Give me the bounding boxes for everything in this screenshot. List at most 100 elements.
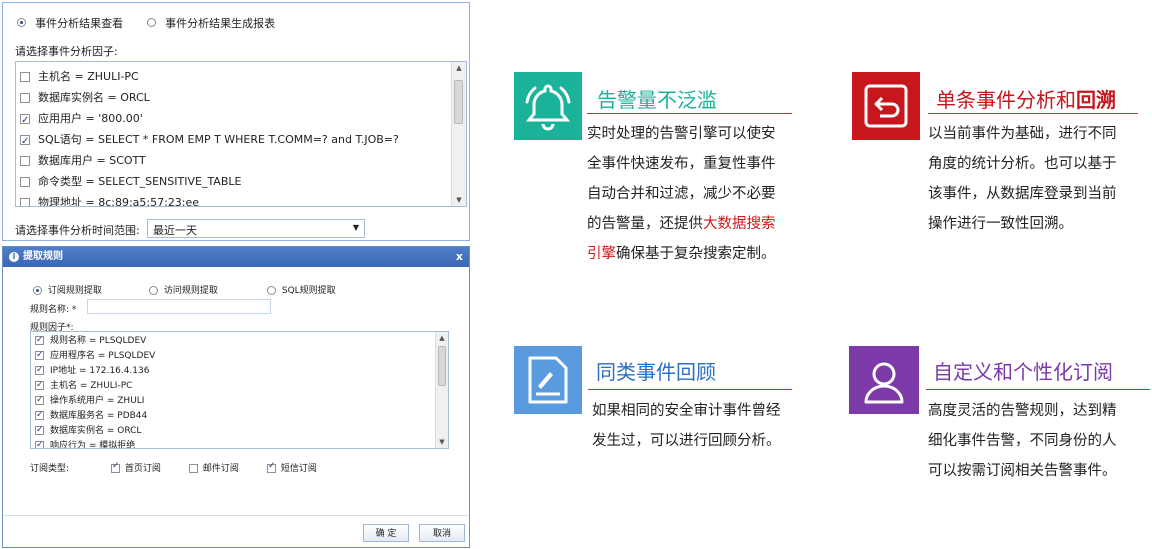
rule-name-input[interactable] — [87, 299, 271, 314]
scroll-up-icon[interactable]: ▲ — [452, 62, 466, 74]
desc-line: 实时处理的告警引擎可以使安 — [587, 126, 776, 142]
rule-factor-checkbox[interactable] — [35, 438, 44, 448]
alert-feature-title: 告警量不泛滥 — [597, 88, 717, 112]
radio-access-dot[interactable] — [149, 286, 158, 295]
rule-factor-row[interactable]: 响应行为 = 模拟拒绝 — [35, 438, 136, 449]
factor-row[interactable]: 物理地址 = 8c:89:a5:57:23:ee — [20, 193, 200, 207]
rule-factor-checkbox[interactable] — [35, 363, 44, 377]
factor-checkbox[interactable] — [20, 132, 30, 152]
sub-mail-option[interactable]: 邮件订阅 — [189, 461, 239, 474]
factor-row[interactable]: 应用用户 = '800.00' — [20, 109, 143, 131]
time-range-select[interactable]: 最近一天 ▼ — [147, 219, 365, 238]
rule-factor-row[interactable]: 数据库实例名 = ORCL — [35, 423, 142, 438]
radio-generate-report[interactable]: 事件分析结果生成报表 — [147, 12, 275, 31]
factor-checkbox[interactable] — [20, 198, 30, 206]
radio-view-results-dot[interactable] — [17, 18, 26, 27]
factor-text: 数据库用户 = SCOTT — [38, 154, 146, 167]
desc-line: 该事件，从数据库登录到当前 — [928, 186, 1117, 202]
scroll-thumb[interactable] — [438, 346, 446, 386]
dialog-title-bar[interactable]: i 提取规则 x — [3, 247, 469, 267]
factor-row[interactable]: 命令类型 = SELECT_SENSITIVE_TABLE — [20, 172, 241, 192]
desc-line: 以当前事件为基础，进行不同 — [928, 126, 1117, 142]
radio-view-results[interactable]: 事件分析结果查看 — [17, 12, 123, 31]
radio-subscribe-dot[interactable] — [33, 286, 42, 295]
radio-subscribe-label: 订阅规则提取 — [47, 286, 102, 296]
cancel-button[interactable]: 取消 — [419, 524, 465, 542]
rule-factor-list[interactable]: 规则名称 = PLSQLDEV 应用程序名 = PLSQLDEV IP地址 = … — [30, 331, 449, 449]
factor-list-scrollbar[interactable]: ▲ ▼ — [451, 62, 466, 206]
factor-text: 主机名 = ZHULI-PC — [38, 70, 139, 83]
factor-label: 请选择事件分析因子: — [15, 45, 118, 58]
factor-text: 命令类型 = SELECT_SENSITIVE_TABLE — [38, 175, 242, 188]
desc-line: 自动合并和过滤，减少不必要 — [587, 186, 776, 202]
rule-factor-scrollbar[interactable]: ▲ ▼ — [435, 332, 448, 448]
rule-factor-checkbox[interactable] — [35, 333, 44, 347]
factor-row[interactable]: 数据库实例名 = ORCL — [20, 88, 150, 108]
scroll-thumb[interactable] — [454, 80, 463, 124]
chevron-down-icon[interactable]: ▼ — [353, 223, 359, 232]
custom-feature-title: 自定义和个性化订阅 — [933, 360, 1113, 384]
factor-list[interactable]: 主机名 = ZHULI-PC 数据库实例名 = ORCL 应用用户 = '800… — [15, 61, 467, 207]
radio-generate-report-dot[interactable] — [147, 18, 156, 27]
rule-factor-checkbox[interactable] — [35, 408, 44, 422]
event-analysis-panel: 事件分析结果查看 事件分析结果生成报表 请选择事件分析因子: 主机名 = ZHU… — [2, 2, 470, 241]
sub-mail-checkbox[interactable] — [189, 464, 198, 473]
similar-title-underline — [588, 389, 792, 390]
factor-row[interactable]: 数据库用户 = SCOTT — [20, 151, 146, 171]
close-icon[interactable]: x — [456, 247, 463, 267]
rule-name-label: 规则名称: * — [30, 305, 77, 315]
single-feature-title: 单条事件分析和回溯 — [936, 84, 1116, 113]
desc-line: 细化事件告警，不同身份的人 — [928, 433, 1117, 449]
sub-homepage-option[interactable]: 首页订阅 — [111, 461, 161, 474]
scroll-down-icon[interactable]: ▼ — [436, 436, 448, 448]
factor-checkbox[interactable] — [20, 177, 30, 187]
rule-factor-row[interactable]: 应用程序名 = PLSQLDEV — [35, 348, 155, 363]
rule-factor-row[interactable]: 操作系统用户 = ZHULI — [35, 393, 144, 408]
desc-line: 操作进行一致性回溯。 — [928, 216, 1073, 232]
radio-view-results-label: 事件分析结果查看 — [35, 17, 124, 30]
radio-sql-rule[interactable]: SQL规则提取 — [267, 283, 336, 296]
return-arrow-icon — [852, 72, 920, 140]
subscribe-type-label: 订阅类型: — [30, 464, 70, 474]
desc-line: 角度的统计分析。也可以基于 — [928, 156, 1117, 172]
rule-factor-row[interactable]: 数据库服务名 = PDB44 — [35, 408, 147, 423]
rule-factor-row[interactable]: IP地址 = 172.16.4.136 — [35, 363, 149, 378]
ok-button[interactable]: 确 定 — [363, 524, 409, 542]
rule-factor-checkbox[interactable] — [35, 423, 44, 437]
sub-sms-option[interactable]: 短信订阅 — [267, 461, 317, 474]
factor-row[interactable]: SQL语句 = SELECT * FROM EMP T WHERE T.COMM… — [20, 130, 399, 152]
rule-factor-checkbox[interactable] — [35, 348, 44, 362]
desc-line: 如果相同的安全审计事件曾经 — [592, 403, 781, 419]
rule-factor-checkbox[interactable] — [35, 393, 44, 407]
rule-factor-text: 数据库实例名 = ORCL — [50, 426, 142, 436]
similar-feature-desc: 如果相同的安全审计事件曾经 发生过，可以进行回顾分析。 — [592, 396, 812, 456]
sub-sms-checkbox[interactable] — [267, 461, 276, 473]
rule-factor-text: 主机名 = ZHULI-PC — [50, 381, 133, 391]
factor-checkbox[interactable] — [20, 111, 30, 131]
factor-checkbox[interactable] — [20, 72, 30, 82]
desc-text: 的告警量，还提供 — [587, 216, 703, 232]
rule-factor-row[interactable]: 规则名称 = PLSQLDEV — [35, 333, 147, 348]
user-icon — [849, 346, 919, 414]
rule-factor-text: 响应行为 = 模拟拒绝 — [50, 441, 136, 449]
radio-subscribe-rule[interactable]: 订阅规则提取 — [33, 283, 102, 296]
sub-homepage-checkbox[interactable] — [111, 461, 120, 473]
scroll-down-icon[interactable]: ▼ — [452, 194, 466, 206]
rule-factor-checkbox[interactable] — [35, 378, 44, 392]
radio-access-rule[interactable]: 访问规则提取 — [149, 283, 218, 296]
desc-line: 发生过，可以进行回顾分析。 — [592, 433, 781, 449]
desc-text: 确保基于复杂搜索定制。 — [616, 246, 776, 262]
desc-line: 可以按需订阅相关告警事件。 — [928, 463, 1117, 479]
factor-text: 物理地址 = 8c:89:a5:57:23:ee — [38, 196, 200, 207]
scroll-up-icon[interactable]: ▲ — [436, 332, 448, 344]
factor-checkbox[interactable] — [20, 93, 30, 103]
factor-text: 数据库实例名 = ORCL — [38, 91, 150, 104]
desc-line: 引擎确保基于复杂搜索定制。 — [587, 239, 807, 269]
factor-row[interactable]: 主机名 = ZHULI-PC — [20, 67, 139, 87]
rule-factor-text: 规则名称 = PLSQLDEV — [50, 336, 147, 346]
rule-factor-row[interactable]: 主机名 = ZHULI-PC — [35, 378, 133, 393]
factor-checkbox[interactable] — [20, 156, 30, 166]
sub-sms-label: 短信订阅 — [280, 464, 317, 474]
radio-sql-dot[interactable] — [267, 286, 276, 295]
sub-homepage-label: 首页订阅 — [124, 464, 161, 474]
